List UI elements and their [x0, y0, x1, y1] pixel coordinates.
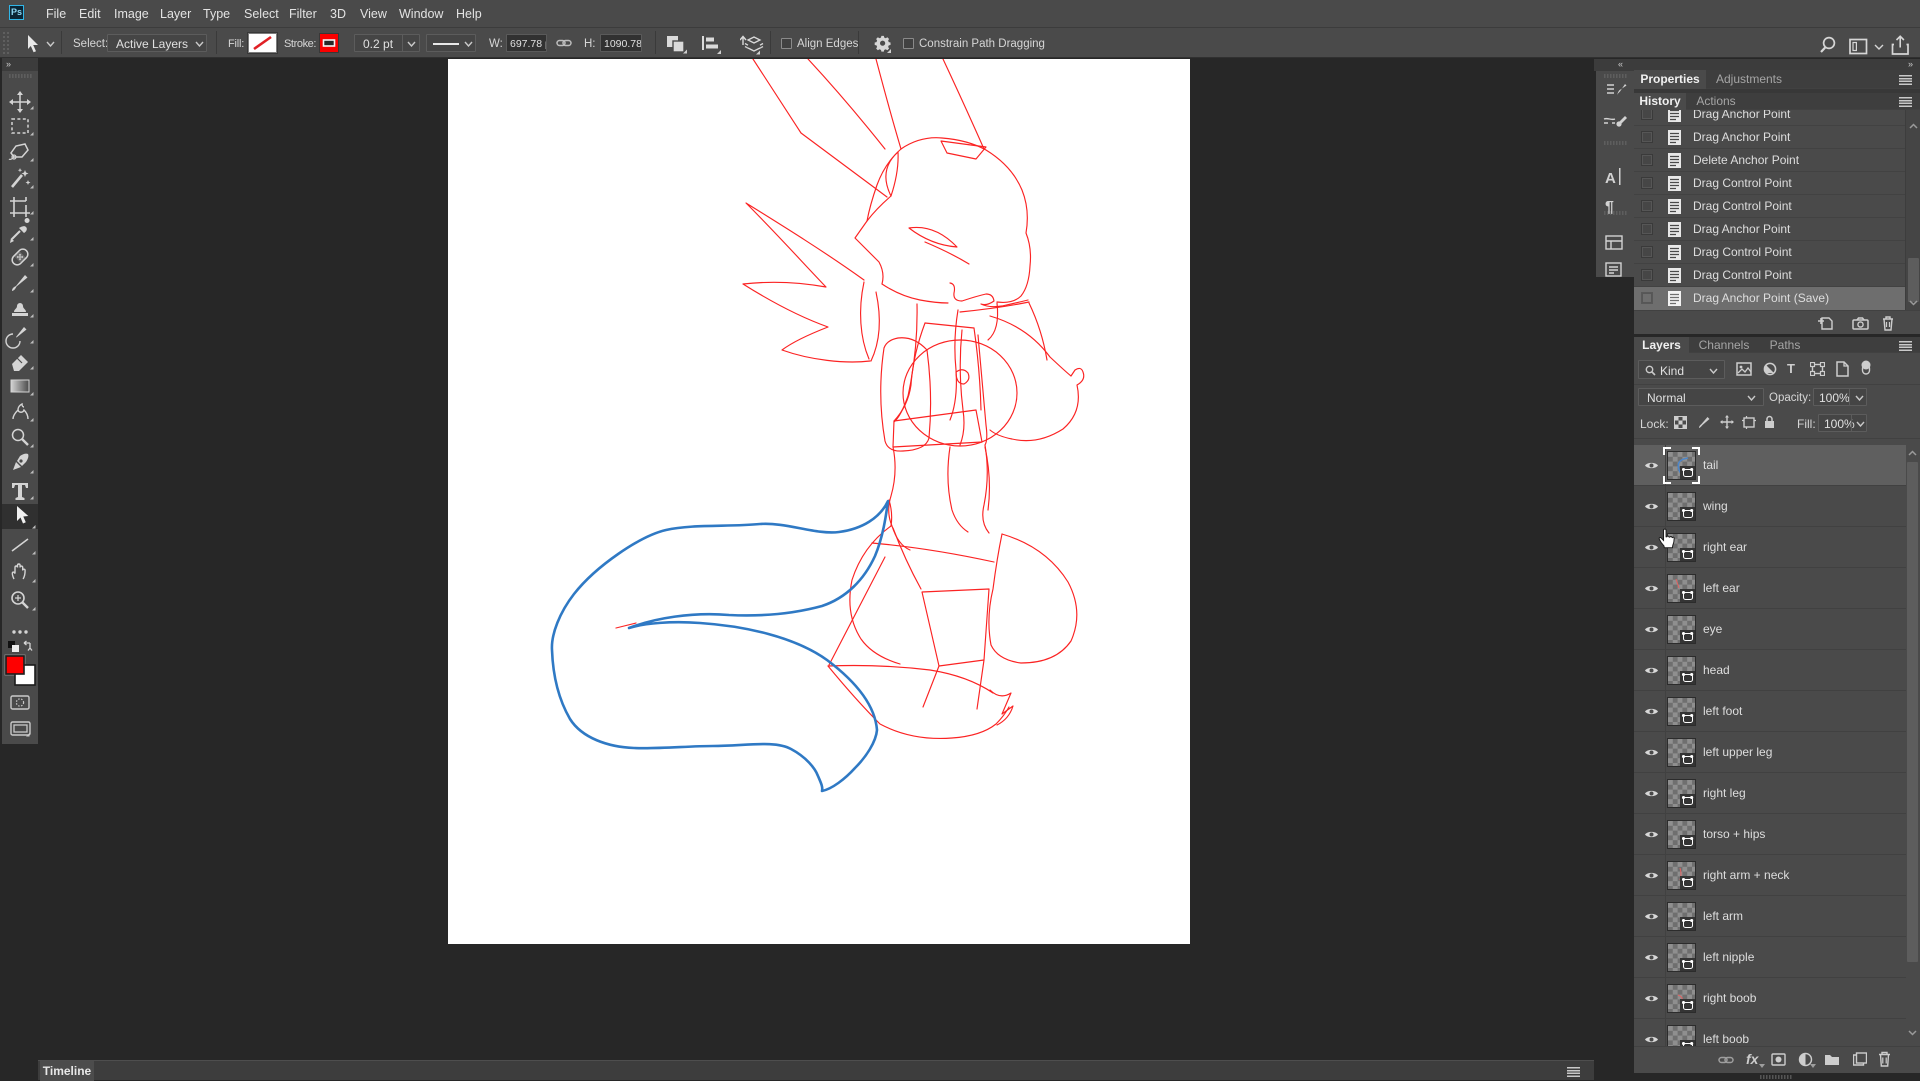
svg-text:¶: ¶	[1605, 199, 1614, 216]
svg-text:A: A	[1605, 170, 1616, 187]
